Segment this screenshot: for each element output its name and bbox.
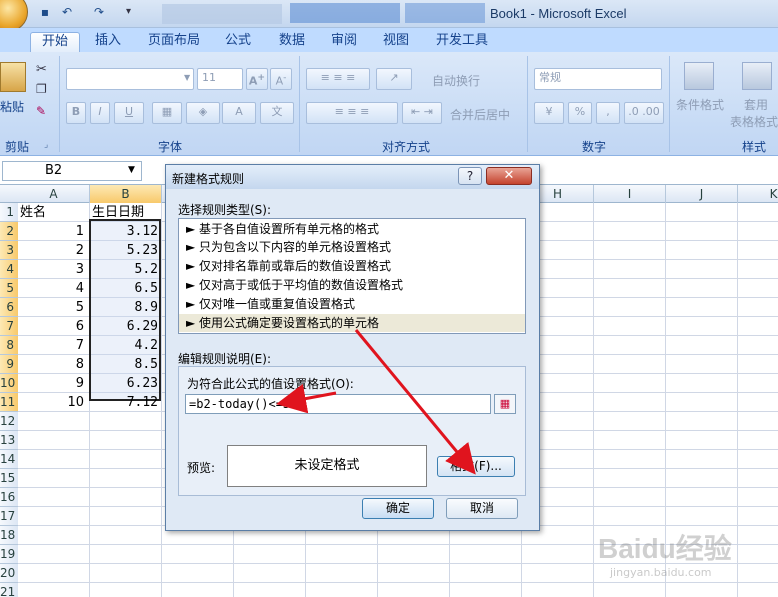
- arrow-to-format-button: [354, 329, 476, 475]
- watermark-logo: Baidu经验: [598, 533, 732, 564]
- arrow-to-formula: [276, 383, 337, 414]
- watermark-url: jingyan.baidu.com: [610, 566, 712, 579]
- annotation-arrows: [276, 329, 476, 475]
